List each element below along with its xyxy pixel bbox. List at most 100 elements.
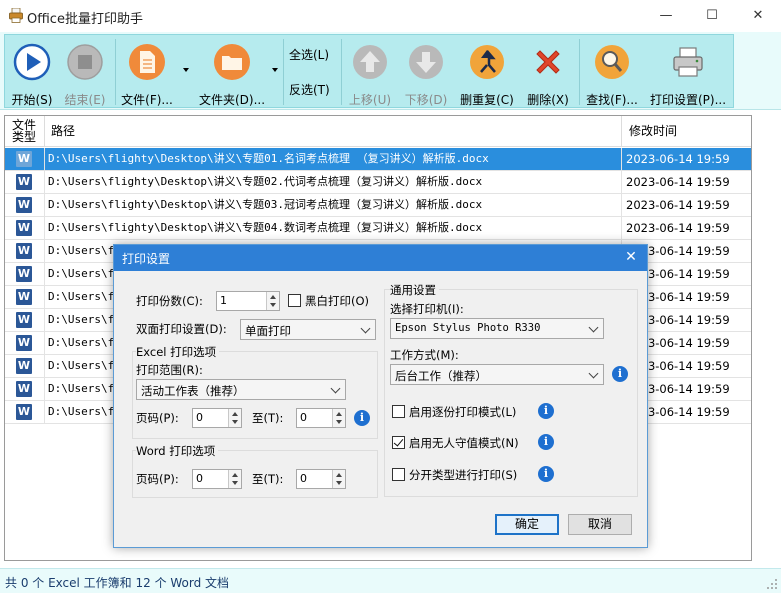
split-type-info-icon[interactable]: i [538,466,554,482]
dialog-close-icon[interactable]: ✕ [623,249,639,265]
move-down-label: 下移(D) [404,93,448,107]
column-header-type-label: 文件 类型 [12,118,37,144]
word-document-icon: W [16,358,32,374]
folder-dropdown-caret[interactable] [272,68,278,72]
print-range-select[interactable]: 活动工作表（推荐） [136,379,346,400]
excel-page-info-icon[interactable]: i [354,410,370,426]
duplex-value: 单面打印 [245,324,291,338]
word-page-from-stepper[interactable]: 0 [192,469,242,489]
stop-button[interactable]: 结束(E) [59,35,111,109]
collate-checkbox[interactable] [392,405,405,418]
duplex-select[interactable]: 单面打印 [240,319,376,340]
chevron-down-icon [360,323,371,334]
file-type-cell: W [5,240,45,262]
duplex-label: 双面打印设置(D): [136,322,227,336]
table-row[interactable]: W D:\Users\flighty\Desktop\讲义\专题03.冠词考点梳理… [5,194,751,217]
file-type-cell: W [5,148,45,170]
delete-label: 删除(X) [527,93,569,107]
chevron-down-icon [588,368,599,379]
word-document-icon: W [16,197,32,213]
word-page-from-value: 0 [196,472,203,485]
file-type-cell: W [5,171,45,193]
table-row[interactable]: W D:\Users\flighty\Desktop\讲义\专题01.名词考点梳理… [5,148,751,171]
dialog-title: 打印设置 [122,252,171,266]
table-row[interactable]: W D:\Users\flighty\Desktop\讲义\专题04.数词考点梳理… [5,217,751,240]
collate-info-icon[interactable]: i [538,403,554,419]
move-down-button[interactable]: 下移(D) [401,35,451,109]
merge-arrow-icon [470,45,504,79]
move-up-button[interactable]: 上移(U) [345,35,395,109]
maximize-button[interactable]: ☐ [689,0,735,32]
excel-page-from-arrows[interactable] [228,409,241,427]
invert-selection-button[interactable]: 反选(T) [289,81,330,98]
printer-select[interactable]: Epson Stylus Photo R330 [390,318,604,339]
excel-to-label: 至(T): [252,411,284,425]
word-page-to-arrows[interactable] [332,470,345,488]
modified-time-cell: 2023-06-14 19:59 [626,221,730,235]
split-type-label: 分开类型进行打印(S) [409,468,518,482]
find-button[interactable]: 查找(F)... [583,35,641,109]
ok-button[interactable]: 确定 [495,514,559,535]
chevron-down-icon [330,383,341,394]
close-button[interactable]: ✕ [735,0,781,32]
unattended-label: 启用无人守值模式(N) [409,436,519,450]
select-all-button[interactable]: 全选(L) [289,46,329,63]
file-type-cell: W [5,355,45,377]
add-folder-button[interactable]: 文件夹(D)... [193,35,271,109]
word-page-to-value: 0 [300,472,307,485]
chevron-down-icon [588,322,599,333]
add-file-button[interactable]: 文件(F)... [117,35,177,109]
column-header-date-label: 修改时间 [629,124,678,138]
unattended-checkbox[interactable] [392,436,405,449]
delete-button[interactable]: 删除(X) [521,35,575,109]
word-group-title: Word 打印选项 [136,443,219,459]
printer-label: 选择打印机(I): [390,302,464,316]
word-document-icon: W [16,266,32,282]
file-type-cell: W [5,309,45,331]
excel-page-to-arrows[interactable] [332,409,345,427]
word-page-to-stepper[interactable]: 0 [296,469,346,489]
word-document-icon: W [16,174,32,190]
file-dropdown-caret[interactable] [183,68,189,72]
toolbar-separator [341,39,342,105]
file-path-cell: D:\Users\flighty\Desktop\讲义\专题01.名词考点梳理 … [46,148,622,170]
column-header-type[interactable]: 文件 类型 [5,116,45,147]
copies-value: 1 [220,294,227,307]
status-bar: 共 0 个 Excel 工作簿和 12 个 Word 文档 [0,568,781,593]
start-button[interactable]: 开始(S) [7,35,57,109]
remove-duplicates-button[interactable]: 删重复(C) [457,35,517,109]
folder-icon [214,44,250,80]
file-type-cell: W [5,263,45,285]
split-type-checkbox[interactable] [392,468,405,481]
minimize-button[interactable]: — [643,0,689,32]
cancel-button[interactable]: 取消 [568,514,632,535]
copies-stepper-arrows[interactable] [266,292,279,310]
copies-label: 打印份数(C): [136,294,203,308]
modified-time-cell: 2023-06-14 19:59 [626,175,730,189]
modified-time-cell: 2023-06-14 19:59 [626,198,730,212]
work-mode-info-icon[interactable]: i [612,366,628,382]
general-group-title: 通用设置 [390,282,439,298]
range-label: 打印范围(R): [136,363,203,377]
excel-page-from-stepper[interactable]: 0 [192,408,242,428]
list-header: 文件 类型 路径 修改时间 [5,116,751,147]
print-settings-button[interactable]: 打印设置(P)... [645,35,731,109]
column-header-path[interactable]: 路径 [46,116,622,147]
work-mode-select[interactable]: 后台工作（推荐） [390,364,604,385]
word-page-from-arrows[interactable] [228,470,241,488]
copies-stepper[interactable]: 1 [216,291,280,311]
bw-print-checkbox[interactable] [288,294,301,307]
excel-page-to-stepper[interactable]: 0 [296,408,346,428]
find-label: 查找(F)... [586,93,638,107]
unattended-info-icon[interactable]: i [538,434,554,450]
start-label: 开始(S) [11,93,53,107]
bw-print-label: 黑白打印(O) [305,294,370,308]
stop-label: 结束(E) [64,93,106,107]
search-icon [595,45,629,79]
word-to-label: 至(T): [252,472,284,486]
file-type-cell: W [5,194,45,216]
column-header-date[interactable]: 修改时间 [623,116,751,147]
word-document-icon: W [16,289,32,305]
table-row[interactable]: W D:\Users\flighty\Desktop\讲义\专题02.代词考点梳理… [5,171,751,194]
resize-grip-icon[interactable] [766,578,778,590]
